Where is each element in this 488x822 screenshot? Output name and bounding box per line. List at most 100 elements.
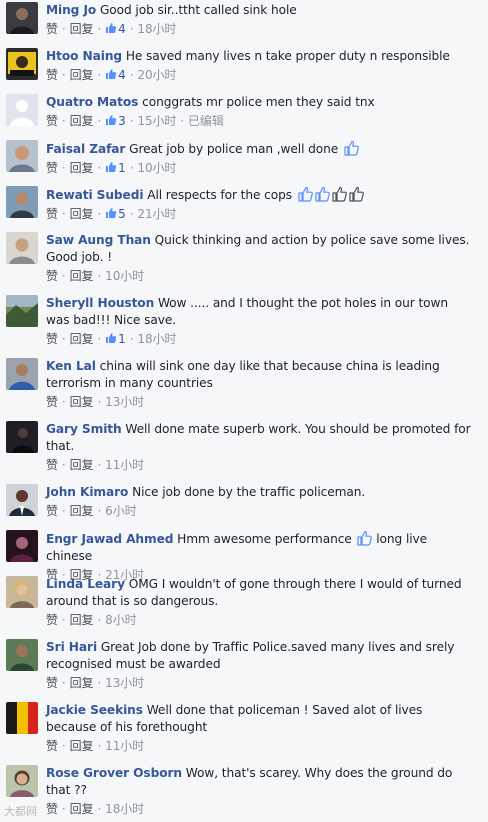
comment-body: Quatro Matos conggrats mr police men the… bbox=[46, 94, 474, 130]
comment-text: Nice job done by the traffic policeman. bbox=[132, 485, 366, 499]
avatar[interactable] bbox=[6, 639, 38, 671]
reply-link[interactable]: 回复 bbox=[70, 613, 94, 627]
comment-timestamp[interactable]: 13小时 bbox=[105, 676, 144, 690]
separator: · bbox=[61, 676, 66, 690]
comment-timestamp[interactable]: 8小时 bbox=[105, 613, 136, 627]
reply-link[interactable]: 回复 bbox=[70, 676, 94, 690]
like-count[interactable]: 3 bbox=[105, 114, 126, 128]
comment-timestamp[interactable]: 11小时 bbox=[105, 458, 144, 472]
like-count[interactable]: 1 bbox=[105, 161, 126, 175]
avatar[interactable] bbox=[6, 530, 38, 562]
like-link[interactable]: 赞 bbox=[46, 504, 58, 518]
separator: · bbox=[61, 458, 66, 472]
comment-author[interactable]: Sri Hari bbox=[46, 640, 97, 654]
separator: · bbox=[61, 161, 66, 175]
edited-label[interactable]: 已编辑 bbox=[188, 114, 224, 128]
comment-author[interactable]: Rewati Subedi bbox=[46, 188, 144, 202]
like-count-icon bbox=[105, 207, 118, 221]
comment-body: Linda Leary OMG I wouldn't of gone throu… bbox=[46, 576, 474, 629]
thumbs-up-icon bbox=[297, 186, 313, 202]
comment-timestamp[interactable]: 6小时 bbox=[105, 504, 136, 518]
avatar[interactable] bbox=[6, 186, 38, 218]
comment-author[interactable]: Faisal Zafar bbox=[46, 142, 125, 156]
comment-actions: 赞 · 回复 · 13小时 bbox=[46, 675, 474, 692]
reply-link[interactable]: 回复 bbox=[70, 395, 94, 409]
like-link[interactable]: 赞 bbox=[46, 114, 58, 128]
avatar[interactable] bbox=[6, 48, 38, 80]
avatar[interactable] bbox=[6, 94, 38, 126]
like-link[interactable]: 赞 bbox=[46, 739, 58, 753]
comment-timestamp[interactable]: 18小时 bbox=[137, 22, 176, 36]
like-count[interactable]: 1 bbox=[105, 332, 126, 346]
like-link[interactable]: 赞 bbox=[46, 68, 58, 82]
like-link[interactable]: 赞 bbox=[46, 395, 58, 409]
like-count[interactable]: 5 bbox=[105, 207, 126, 221]
comment-timestamp[interactable]: 15小时 bbox=[137, 114, 176, 128]
comment-author[interactable]: Ming Jo bbox=[46, 3, 96, 17]
reply-link[interactable]: 回复 bbox=[70, 207, 94, 221]
reply-link[interactable]: 回复 bbox=[70, 458, 94, 472]
like-link[interactable]: 赞 bbox=[46, 332, 58, 346]
separator: · bbox=[97, 332, 102, 346]
comment-author[interactable]: Rose Grover Osborn bbox=[46, 766, 182, 780]
comment-timestamp[interactable]: 11小时 bbox=[105, 739, 144, 753]
avatar[interactable] bbox=[6, 2, 38, 34]
comment-author[interactable]: Htoo Naing bbox=[46, 49, 122, 63]
comment-timestamp[interactable]: 18小时 bbox=[105, 802, 144, 816]
reply-link[interactable]: 回复 bbox=[70, 161, 94, 175]
reply-link[interactable]: 回复 bbox=[70, 68, 94, 82]
like-link[interactable]: 赞 bbox=[46, 802, 58, 816]
comment-author[interactable]: Engr Jawad Ahmed bbox=[46, 532, 173, 546]
like-count[interactable]: 4 bbox=[105, 68, 126, 82]
avatar[interactable] bbox=[6, 765, 38, 797]
reply-link[interactable]: 回复 bbox=[70, 802, 94, 816]
comment-actions: 赞 · 回复 · 18小时 bbox=[46, 801, 474, 818]
thumbs-up-icon bbox=[314, 186, 330, 202]
comment-timestamp[interactable]: 21小时 bbox=[137, 207, 176, 221]
reply-link[interactable]: 回复 bbox=[70, 739, 94, 753]
comment-text: Good job sir..ttht called sink hole bbox=[99, 3, 297, 17]
avatar[interactable] bbox=[6, 358, 38, 390]
like-link[interactable]: 赞 bbox=[46, 207, 58, 221]
reply-link[interactable]: 回复 bbox=[70, 22, 94, 36]
comment-timestamp[interactable]: 18小时 bbox=[137, 332, 176, 346]
avatar[interactable] bbox=[6, 702, 38, 734]
comment-author[interactable]: Saw Aung Than bbox=[46, 233, 151, 247]
comment-author[interactable]: Ken Lal bbox=[46, 359, 96, 373]
reply-link[interactable]: 回复 bbox=[70, 269, 94, 283]
comment-author[interactable]: Linda Leary bbox=[46, 577, 125, 591]
thumbs-up-icon bbox=[343, 140, 359, 156]
avatar[interactable] bbox=[6, 295, 38, 327]
reply-link[interactable]: 回复 bbox=[70, 504, 94, 518]
comment-author[interactable]: Gary Smith bbox=[46, 422, 122, 436]
avatar[interactable] bbox=[6, 140, 38, 172]
like-link[interactable]: 赞 bbox=[46, 269, 58, 283]
avatar[interactable] bbox=[6, 576, 38, 608]
like-link[interactable]: 赞 bbox=[46, 458, 58, 472]
avatar[interactable] bbox=[6, 232, 38, 264]
separator: · bbox=[129, 68, 134, 82]
separator: · bbox=[97, 114, 102, 128]
separator: · bbox=[61, 332, 66, 346]
comment-author[interactable]: Quatro Matos bbox=[46, 95, 138, 109]
comment-timestamp[interactable]: 10小时 bbox=[137, 161, 176, 175]
comment-actions: 赞 · 回复 · 1 · 18小时 bbox=[46, 331, 474, 348]
comment-timestamp[interactable]: 20小时 bbox=[137, 68, 176, 82]
comment-author[interactable]: Sheryll Houston bbox=[46, 296, 154, 310]
comment-author[interactable]: John Kimaro bbox=[46, 485, 128, 499]
reply-link[interactable]: 回复 bbox=[70, 114, 94, 128]
comment-timestamp[interactable]: 13小时 bbox=[105, 395, 144, 409]
reply-link[interactable]: 回复 bbox=[70, 332, 94, 346]
separator: · bbox=[129, 114, 134, 128]
like-link[interactable]: 赞 bbox=[46, 22, 58, 36]
avatar[interactable] bbox=[6, 421, 38, 453]
like-count[interactable]: 4 bbox=[105, 22, 126, 36]
comment-actions: 赞 · 回复 · 10小时 bbox=[46, 268, 474, 285]
comment-author[interactable]: Jackie Seekins bbox=[46, 703, 143, 717]
like-link[interactable]: 赞 bbox=[46, 613, 58, 627]
like-link[interactable]: 赞 bbox=[46, 161, 58, 175]
avatar[interactable] bbox=[6, 484, 38, 516]
like-link[interactable]: 赞 bbox=[46, 676, 58, 690]
comment-body: Rose Grover Osborn Wow, that's scarey. W… bbox=[46, 765, 474, 818]
comment-timestamp[interactable]: 10小时 bbox=[105, 269, 144, 283]
